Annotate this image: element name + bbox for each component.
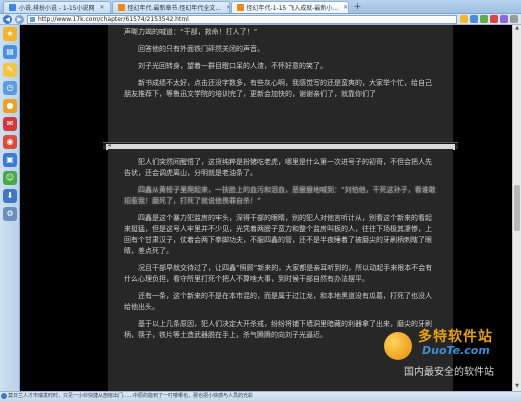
scroll-thumb[interactable]: [514, 185, 520, 231]
mail-icon[interactable]: ✉: [3, 117, 17, 131]
tab-label: 怪幻年代-1-15 飞入成就-最新小...: [246, 5, 339, 12]
status-bar: 莫日兰人才市瑞发时时，只见一小伙快捷从剖房出门……中原的能到了一叮喽哪也，那也把…: [0, 391, 521, 401]
close-icon[interactable]: ✕: [343, 4, 347, 11]
download-icon[interactable]: ⬇: [3, 189, 17, 203]
history-icon[interactable]: ◷: [3, 81, 17, 95]
toolbar-icons: [460, 15, 518, 23]
settings-icon[interactable]: ⚙: [3, 207, 17, 221]
browser-tab[interactable]: 小说.排扮小说 - 1-15小说网 ✕: [3, 1, 111, 13]
watermark-sub-text: 国内最安全的软件站: [404, 367, 494, 378]
tab-favicon-icon: [9, 4, 16, 11]
watermark-main-text: 多特软件站: [418, 329, 493, 345]
url-text: http://www.17k.com/chapter/61574/2153542…: [38, 15, 189, 23]
stop-icon[interactable]: [490, 15, 498, 23]
author-note: 新书成绩不太好，点击还没字数多，有些灰心啊，我感觉写的还是蛮爽的，大家举个忙，给…: [124, 79, 432, 98]
menu-icon[interactable]: [510, 15, 518, 23]
paragraph: 四鑫是这个暴力犯监房的牢头，深得干部的眼睛，别的犯人对他言听计从，别看这个新来的…: [124, 214, 432, 255]
browser-tab-active[interactable]: 怪幻年代-1-15 飞入成就-最新小... ✕: [230, 1, 349, 13]
browser-tab[interactable]: 怪幻年代.最新章节.怪幻年代全文... ✕: [111, 1, 230, 13]
tab-favicon-icon: [117, 4, 125, 11]
page-icon: [30, 16, 35, 22]
favorites-icon[interactable]: [460, 15, 468, 23]
close-icon[interactable]: ✕: [226, 4, 228, 11]
paragraph: 还有一条，这个新来的不是在本市混的，而是属于过江龙，和本地黑道没有瓜葛，打死了也…: [124, 292, 432, 311]
refresh-icon[interactable]: [480, 15, 488, 23]
reader-page-top: 声嘶力竭的喊道：“干部，救命！打人了！” 回答他的只有外面铁门砰然关闭的声音。 …: [108, 25, 453, 142]
paragraph: 声嘶力竭的喊道：“干部，救命！打人了！”: [124, 28, 258, 36]
notes-icon[interactable]: ✎: [3, 63, 17, 77]
status-text: 莫日兰人才市瑞发时时，只见一小伙快捷从剖房出门……中原的能到了一叮喽哪也，那也把…: [8, 393, 254, 399]
tab-favicon-icon: [236, 4, 244, 11]
app-icon[interactable]: ▣: [3, 153, 17, 167]
star-icon[interactable]: ★: [3, 27, 17, 41]
paragraph: 四鑫从黄榜子里爬起来，一扶脸上的血污和泪血，恶狠狠地喊到：“刘怕他，干死这孙子，…: [124, 186, 436, 205]
paragraph: 况且干部早就交待过了，让四鑫“照顾”新来的，大家都是亲耳听到的，所以动起手来根本…: [124, 264, 433, 283]
paragraph: 犯人们突然间醒悟了，这货纯粹是扮猪吃老虎，哪里是什么第一次进号子的初哥，不但会把…: [124, 158, 432, 177]
navigation-bar: ◀ ▶ http://www.17k.com/chapter/61574/215…: [0, 14, 521, 25]
watermark-badge-icon: [384, 332, 412, 360]
address-bar[interactable]: http://www.17k.com/chapter/61574/2153542…: [27, 14, 457, 24]
home-icon[interactable]: [500, 15, 508, 23]
paragraph: 刘子光回转身，望着一群目瞪口呆的人渣，不怀好意的笑了。: [138, 62, 327, 70]
chat-icon[interactable]: ☺: [3, 171, 17, 185]
watermark-site-text: DuoTe.com: [422, 344, 490, 357]
search-icon[interactable]: [470, 15, 478, 23]
close-icon[interactable]: ✕: [100, 4, 105, 11]
tab-label: 怪幻年代.最新章节.怪幻年代全文...: [127, 5, 222, 12]
game-icon[interactable]: ●: [3, 99, 17, 113]
new-tab-button[interactable]: +: [352, 2, 364, 13]
scroll-down-icon[interactable]: ▼: [513, 383, 521, 391]
bookmark-icon[interactable]: ▤: [3, 45, 17, 59]
tab-bar: 小说.排扮小说 - 1-15小说网 ✕ 怪幻年代.最新章节.怪幻年代全文... …: [0, 0, 521, 14]
tab-label: 小说.排扮小说 - 1-15小说网: [19, 5, 95, 12]
scroll-up-icon[interactable]: ▲: [513, 25, 521, 33]
status-icon: [1, 393, 7, 399]
back-button[interactable]: ◀: [3, 14, 12, 24]
paragraph: 回答他的只有外面铁门砰然关闭的声音。: [138, 45, 264, 53]
weibo-icon[interactable]: ◉: [3, 135, 17, 149]
site-watermark-logo: 多特软件站 DuoTe.com 国内最安全的软件站: [384, 326, 514, 386]
sidebar: ★ ▤ ✎ ◷ ● ✉ ◉ ▣ ☺ ⬇ ⚙: [0, 25, 20, 391]
forward-button[interactable]: ▶: [15, 14, 24, 24]
